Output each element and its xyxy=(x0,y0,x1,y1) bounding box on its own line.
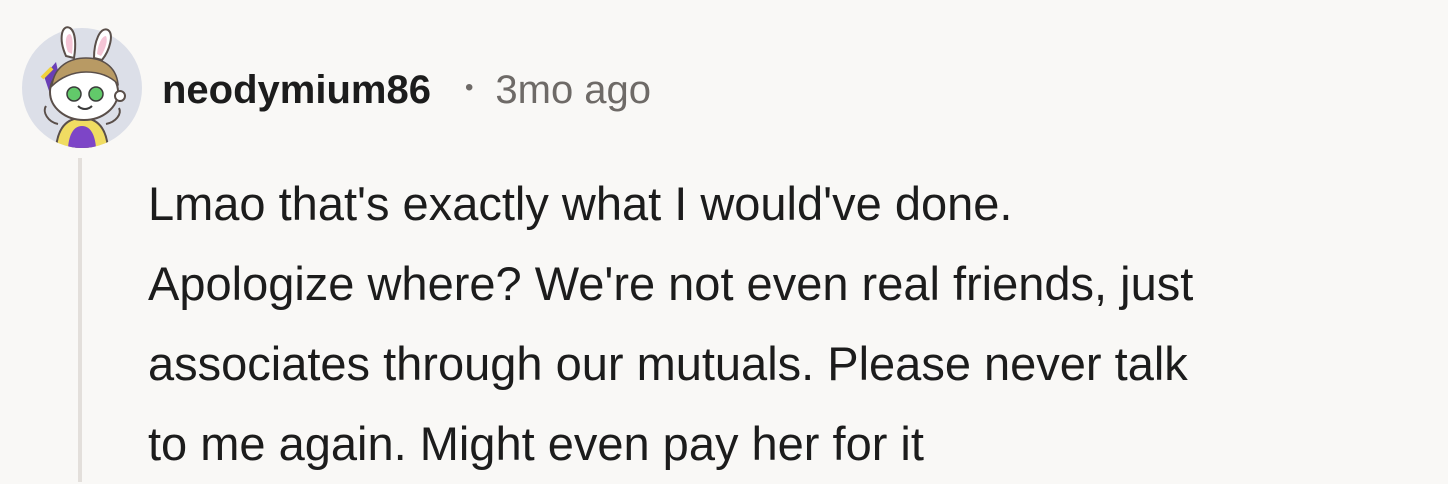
comment-body-line: Lmao that's exactly what I would've done… xyxy=(148,177,1013,230)
user-avatar[interactable] xyxy=(22,22,142,148)
comment-body-line: to me again. Might even pay her for it xyxy=(148,417,924,470)
comment-timestamp[interactable]: 3mo ago xyxy=(495,68,651,113)
comment-header: neodymium86 • 3mo ago xyxy=(162,62,651,118)
thread-collapse-line[interactable] xyxy=(78,158,82,482)
meta-separator: • xyxy=(464,74,474,101)
snoo-avatar-icon xyxy=(22,26,142,148)
username-link[interactable]: neodymium86 xyxy=(162,68,431,113)
comment-body-line: associates through our mutuals. Please n… xyxy=(148,337,1188,390)
comment-body: Lmao that's exactly what I would've done… xyxy=(148,164,1444,484)
comment: neodymium86 • 3mo ago Lmao that's exactl… xyxy=(0,0,1448,482)
comment-body-line: Apologize where? We're not even real fri… xyxy=(148,257,1194,310)
